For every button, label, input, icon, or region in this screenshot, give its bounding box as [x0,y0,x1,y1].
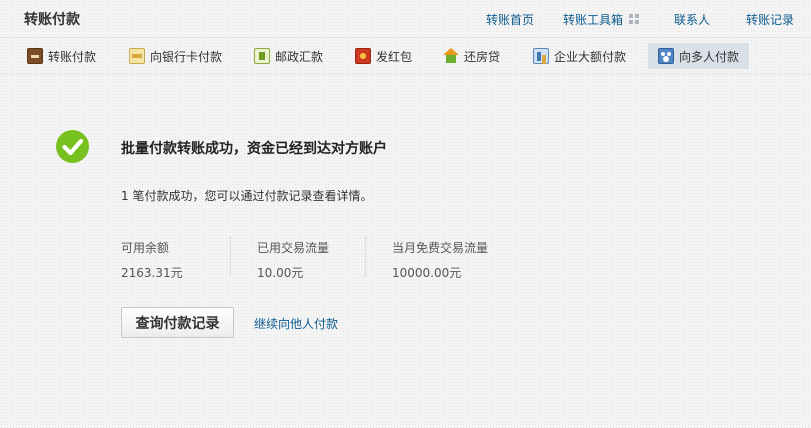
result-title: 批量付款转账成功，资金已经到达对方账户 [121,141,387,157]
transfer-records-link[interactable]: 转账记录 [746,11,794,28]
red-packet-icon [355,48,371,64]
tab-enterprise[interactable]: 企业大额付款 [533,43,626,69]
top-bar: 转账付款 转账首页 转账工具箱 联系人 转账记录 [0,0,811,38]
tab-postal[interactable]: 邮政汇款 [254,43,323,69]
stat-divider [365,237,366,277]
stat-value: 10000.00元 [392,266,462,280]
tab-multi-payee[interactable]: 向多人付款 [648,43,750,69]
transfer-home-link[interactable]: 转账首页 [486,11,534,28]
tab-label: 还房贷 [464,49,501,64]
success-check-icon [56,130,89,163]
tab-label: 企业大额付款 [554,49,627,64]
transfer-toolbox-link[interactable]: 转账工具箱 [563,11,623,28]
tab-label: 发红包 [376,49,413,64]
tab-bank-card[interactable]: 向银行卡付款 [129,43,222,69]
stat-available-balance: 可用余额 2163.31元 [121,239,183,281]
stat-value: 2163.31元 [121,266,183,280]
tab-label: 转账付款 [48,49,97,64]
enterprise-icon [533,48,549,64]
stat-label: 可用余额 [121,241,170,255]
page-title: 转账付款 [24,12,80,28]
transfer-icon [27,48,43,64]
grid-icon[interactable] [629,14,639,24]
tab-label: 向银行卡付款 [150,49,223,64]
tab-label: 向多人付款 [679,49,740,64]
result-detail: 1 笔付款成功，您可以通过付款记录查看详情。 [121,189,373,203]
stat-free-flow: 当月免费交易流量 10000.00元 [392,239,488,281]
tab-label: 邮政汇款 [275,49,324,64]
stat-used-flow: 已用交易流量 10.00元 [257,239,329,281]
multi-payee-icon [658,48,674,64]
stat-value: 10.00元 [257,266,304,280]
continue-paying-others-link[interactable]: 继续向他人付款 [254,315,338,332]
tab-bar: 转账付款 向银行卡付款 邮政汇款 发红包 还房贷 企业大额付款 向多人付款 [0,38,811,75]
tab-red-packet[interactable]: 发红包 [355,43,412,69]
stat-label: 当月免费交易流量 [392,241,489,255]
postal-icon [254,48,270,64]
contacts-link[interactable]: 联系人 [674,11,710,28]
tab-mortgage[interactable]: 还房贷 [443,43,500,69]
tab-transfer[interactable]: 转账付款 [27,43,96,69]
stat-divider [230,237,231,277]
stat-label: 已用交易流量 [257,241,330,255]
view-payment-records-button[interactable]: 查询付款记录 [121,307,234,338]
bank-card-icon [129,48,145,64]
house-icon [443,48,459,64]
